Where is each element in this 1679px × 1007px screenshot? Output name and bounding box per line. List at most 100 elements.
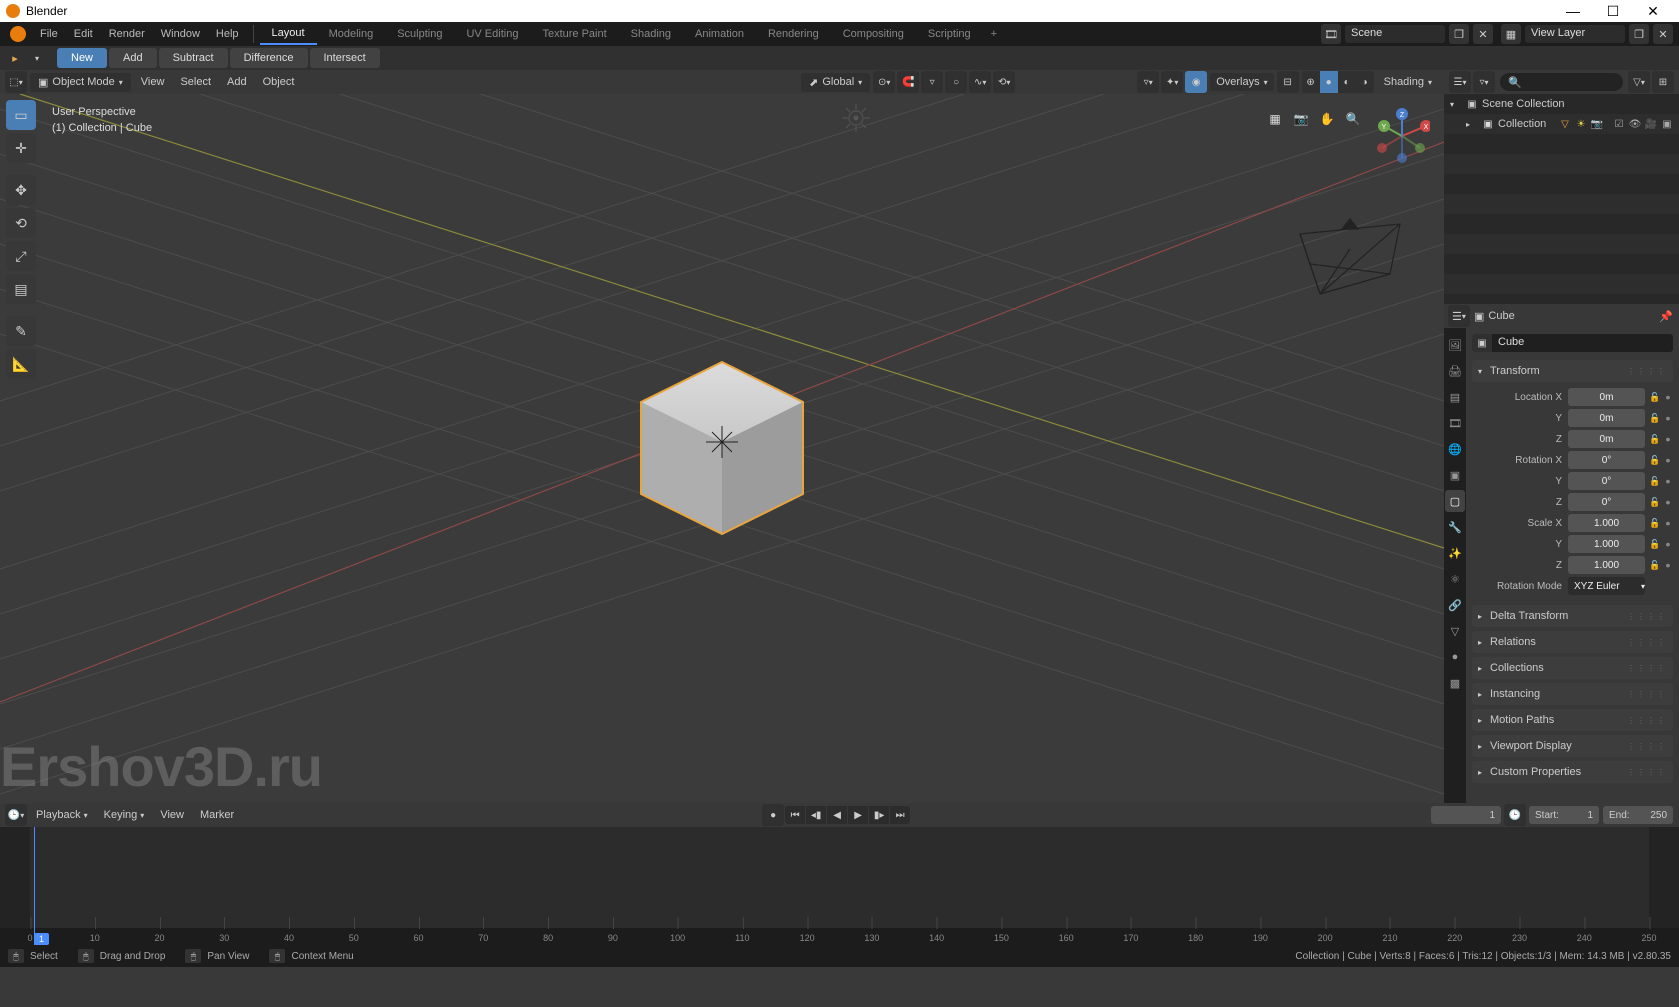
tab-modifier-props[interactable]: 🔧: [1445, 516, 1465, 538]
tool-measure[interactable]: 📐: [6, 349, 36, 379]
tab-layout[interactable]: Layout: [260, 23, 317, 45]
play-reverse-button[interactable]: ◀: [827, 806, 847, 824]
tab-sculpting[interactable]: Sculpting: [385, 24, 454, 44]
menu-window[interactable]: Window: [153, 24, 208, 44]
scale-y-field[interactable]: 1.000: [1568, 535, 1645, 553]
outliner-filter-dropdown[interactable]: ▽▾: [1628, 71, 1650, 93]
tool-move[interactable]: ✥: [6, 175, 36, 205]
menu-file[interactable]: File: [32, 24, 66, 44]
scene-name-field[interactable]: Scene: [1345, 25, 1445, 43]
editor-type-dropdown[interactable]: ⬚▾: [5, 71, 27, 93]
shading-wireframe[interactable]: ⊕: [1302, 71, 1320, 93]
exclude-toggle[interactable]: ☑: [1611, 119, 1627, 130]
lock-icon[interactable]: 🔓: [1647, 392, 1663, 403]
section-delta-transform[interactable]: ▸Delta Transform⋮⋮⋮⋮: [1472, 605, 1673, 627]
maximize-button[interactable]: ☐: [1593, 3, 1633, 20]
tab-particle-props[interactable]: ✨: [1445, 542, 1465, 564]
autokey-toggle[interactable]: ●: [762, 804, 784, 826]
tab-output-props[interactable]: 🖨: [1445, 360, 1465, 382]
outliner-editor-dropdown[interactable]: ☰▾: [1449, 71, 1471, 93]
object-visibility-dropdown[interactable]: ▿▾: [1137, 71, 1159, 93]
transform-orientation-dropdown[interactable]: ⬈ Global ▾: [801, 73, 870, 92]
anim-dot[interactable]: •: [1663, 389, 1673, 405]
shading-rendered[interactable]: ◑: [1356, 71, 1374, 93]
gizmo-dropdown[interactable]: ⟲▾: [993, 71, 1015, 93]
minimize-button[interactable]: —: [1553, 3, 1593, 19]
scene-delete-icon[interactable]: ✕: [1473, 24, 1493, 44]
bool-new-button[interactable]: New: [57, 48, 107, 68]
current-frame-field[interactable]: 1: [1431, 806, 1501, 824]
tab-collection-props[interactable]: ▣: [1445, 464, 1465, 486]
gizmos-toggle-dropdown[interactable]: ✦▾: [1161, 71, 1183, 93]
play-button[interactable]: ▶: [848, 806, 868, 824]
chevron-down-icon[interactable]: ▾: [26, 47, 48, 69]
tool-cursor[interactable]: ✛: [6, 133, 36, 163]
location-z-field[interactable]: 0m: [1568, 430, 1645, 448]
timeline-ruler[interactable]: 0102030405060708090100110120130140150160…: [0, 928, 1679, 945]
scale-z-field[interactable]: 1.000: [1568, 556, 1645, 574]
object-name-field[interactable]: Cube: [1492, 334, 1673, 352]
section-instancing[interactable]: ▸Instancing⋮⋮⋮⋮: [1472, 683, 1673, 705]
tab-compositing[interactable]: Compositing: [831, 24, 916, 44]
section-motion-paths[interactable]: ▸Motion Paths⋮⋮⋮⋮: [1472, 709, 1673, 731]
holdout-toggle[interactable]: ▣: [1659, 119, 1675, 130]
bool-intersect-button[interactable]: Intersect: [310, 48, 380, 68]
viewlayer-name-field[interactable]: View Layer: [1525, 25, 1625, 43]
jump-start-button[interactable]: ⏮: [785, 806, 805, 824]
tab-world-props[interactable]: 🌐: [1445, 438, 1465, 460]
tab-constraint-props[interactable]: 🔗: [1445, 594, 1465, 616]
location-y-field[interactable]: 0m: [1568, 409, 1645, 427]
section-transform-header[interactable]: ▾Transform ⋮⋮⋮⋮: [1472, 360, 1673, 382]
start-frame-field[interactable]: Start:1: [1529, 806, 1599, 824]
tab-rendering[interactable]: Rendering: [756, 24, 831, 44]
shading-lookdev[interactable]: ◐: [1338, 71, 1356, 93]
tab-uv-editing[interactable]: UV Editing: [454, 24, 530, 44]
bool-difference-button[interactable]: Difference: [230, 48, 308, 68]
proportional-dropdown[interactable]: ∿▾: [969, 71, 991, 93]
tab-texture-paint[interactable]: Texture Paint: [530, 24, 618, 44]
rotation-mode-dropdown[interactable]: XYZ Euler▾: [1568, 577, 1645, 595]
tool-rotate[interactable]: ⟲: [6, 208, 36, 238]
bool-add-button[interactable]: Add: [109, 48, 157, 68]
tab-physics-props[interactable]: ⚛: [1445, 568, 1465, 590]
tab-scene-props[interactable]: 🎞: [1445, 412, 1465, 434]
rotation-y-field[interactable]: 0°: [1568, 472, 1645, 490]
scene-icon[interactable]: 🎞: [1321, 24, 1341, 44]
tab-scripting[interactable]: Scripting: [916, 24, 983, 44]
location-x-field[interactable]: 0m: [1568, 388, 1645, 406]
viewlayer-icon[interactable]: ▦: [1501, 24, 1521, 44]
rotation-x-field[interactable]: 0°: [1568, 451, 1645, 469]
menu-object[interactable]: Object: [255, 72, 303, 92]
disable-render-toggle[interactable]: 🎥: [1643, 119, 1659, 130]
end-frame-field[interactable]: End:250: [1603, 806, 1673, 824]
tool-select-box[interactable]: ▭: [6, 100, 36, 130]
menu-marker[interactable]: Marker: [192, 806, 242, 824]
menu-add[interactable]: Add: [219, 72, 255, 92]
menu-help[interactable]: Help: [208, 24, 247, 44]
snap-toggle[interactable]: 🧲: [897, 71, 919, 93]
close-button[interactable]: ✕: [1633, 3, 1673, 20]
object-datablock-icon[interactable]: ▣: [1472, 334, 1492, 352]
tool-transform[interactable]: ▤: [6, 274, 36, 304]
shading-popover[interactable]: Shading▾: [1376, 73, 1440, 91]
menu-tl-view[interactable]: View: [152, 806, 192, 824]
scale-x-field[interactable]: 1.000: [1568, 514, 1645, 532]
interaction-mode-dropdown[interactable]: ▣ Object Mode ▾: [30, 73, 131, 92]
use-preview-range-toggle[interactable]: 🕒: [1504, 804, 1526, 826]
tab-render-props[interactable]: 🖼: [1445, 334, 1465, 356]
tab-animation[interactable]: Animation: [683, 24, 756, 44]
menu-view[interactable]: View: [133, 72, 173, 92]
section-viewport-display[interactable]: ▸Viewport Display⋮⋮⋮⋮: [1472, 735, 1673, 757]
shading-solid[interactable]: ●: [1320, 71, 1338, 93]
keyframe-next-button[interactable]: ▮▸: [869, 806, 889, 824]
tool-select-box-icon[interactable]: ▸: [4, 47, 26, 69]
pivot-dropdown[interactable]: ⊙▾: [873, 71, 895, 93]
menu-render[interactable]: Render: [101, 24, 153, 44]
outliner-scene-collection[interactable]: ▾ ▣ Scene Collection: [1444, 94, 1679, 114]
timeline-editor-dropdown[interactable]: 🕒▾: [5, 804, 27, 826]
app-icon[interactable]: [10, 26, 26, 42]
scene-new-icon[interactable]: ❐: [1449, 24, 1469, 44]
pin-icon[interactable]: 📌: [1659, 310, 1675, 323]
menu-playback[interactable]: Playback▾: [28, 806, 96, 824]
outliner-new-collection[interactable]: ⊞: [1652, 71, 1674, 93]
